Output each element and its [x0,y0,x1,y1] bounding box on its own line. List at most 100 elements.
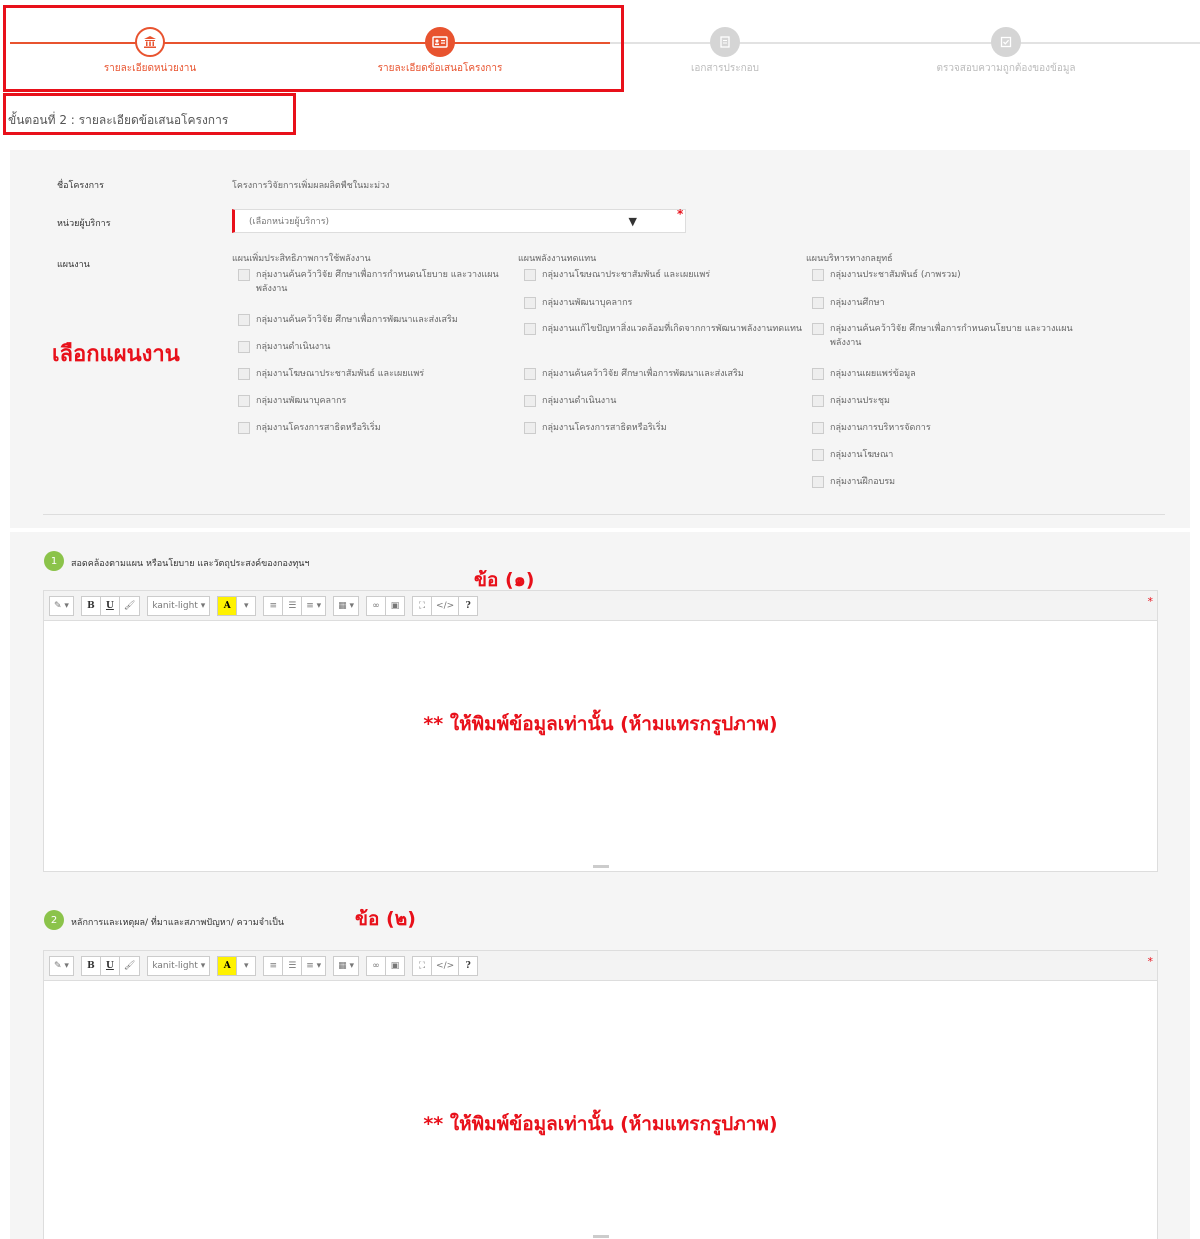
underline-button[interactable]: U [99,955,120,976]
unit-select[interactable]: (เลือกหน่วยผู้บริการ) ▼ [232,209,686,233]
plan-checkbox[interactable]: กลุ่มงานค้นคว้าวิจัย ศึกษาเพื่อการกำหนดน… [812,322,1092,350]
editor-toolbar: ✎ ▾ B U 🖌 kanit-light ▾ A ▾ ≡ ☰ ≡ ▾ ▦ ▾ … [44,951,1157,981]
text-color-button[interactable]: A [217,955,238,976]
eraser-icon[interactable]: 🖌 [118,595,141,616]
eraser-icon[interactable]: 🖌 [118,955,141,976]
editor-resize-handle[interactable] [592,865,609,868]
plan-checkbox[interactable]: กลุ่มงานพัฒนาบุคลากร [524,296,804,310]
editor-content[interactable]: ** ให้พิมพ์ข้อมูลเท่านั้น (ห้ามแทรกรูปภา… [44,621,1157,871]
table-icon[interactable]: ▦ ▾ [333,955,360,976]
unit-select-value: (เลือกหน่วยผู้บริการ) [249,217,330,227]
unordered-list-icon[interactable]: ≡ [263,955,284,976]
section-title: หลักการและเหตุผล/ ที่มาและสภาพปัญหา/ ควา… [71,918,284,928]
code-view-icon[interactable]: </> [431,595,460,616]
step-verify[interactable]: ตรวจสอบความถูกต้องของข้อมูล [856,27,1156,76]
picture-icon[interactable]: ▣ [385,595,406,616]
rich-text-editor[interactable]: ✎ ▾ B U 🖌 kanit-light ▾ A ▾ ≡ ☰ ≡ ▾ ▦ ▾ … [43,590,1158,872]
checkbox[interactable] [812,297,824,309]
unit-label: หน่วยผู้บริการ [57,219,111,229]
plan-checkbox[interactable]: กลุ่มงานศึกษา [812,296,1092,310]
paragraph-align-icon[interactable]: ≡ ▾ [301,955,327,976]
plan-checkbox[interactable]: กลุ่มงานประชุม [812,394,1092,408]
ordered-list-icon[interactable]: ☰ [282,955,303,976]
plan-checkbox[interactable]: กลุ่มงานค้นคว้าวิจัย ศึกษาเพื่อการกำหนดน… [238,268,518,296]
checkbox[interactable] [524,395,536,407]
checkbox[interactable] [812,368,824,380]
checkbox[interactable] [524,323,536,335]
fullscreen-icon[interactable]: ⛶ [412,955,433,976]
plan-column-heading: แผนพลังงานทดแทน [518,254,597,264]
plan-checkbox[interactable]: กลุ่มงานดำเนินงาน [238,340,518,354]
editor-content[interactable]: ** ให้พิมพ์ข้อมูลเท่านั้น (ห้ามแทรกรูปภา… [44,981,1157,1239]
checkbox[interactable] [812,449,824,461]
plan-checkbox-label: กลุ่มงานศึกษา [830,298,885,308]
table-icon[interactable]: ▦ ▾ [333,595,360,616]
plan-checkbox[interactable]: กลุ่มงานประชาสัมพันธ์ (ภาพรวม) [812,268,1092,282]
checkbox[interactable] [524,368,536,380]
fullscreen-icon[interactable]: ⛶ [412,595,433,616]
text-color-caret[interactable]: ▾ [236,595,257,616]
font-select[interactable]: kanit-light ▾ [147,595,211,616]
plan-checkbox-label: กลุ่มงานโฆษณาประชาสัมพันธ์ และเผยแพร่ [542,270,711,280]
plan-checkbox-label: กลุ่มงานค้นคว้าวิจัย ศึกษาเพื่อการกำหนดน… [256,270,499,294]
link-icon[interactable]: ∞ [366,955,387,976]
editor-resize-handle[interactable] [592,1235,609,1238]
plan-checkbox[interactable]: กลุ่มงานแก้ไขปัญหาสิ่งแวดล้อมที่เกิดจากก… [524,322,804,336]
plan-checkbox-label: กลุ่มงานประชาสัมพันธ์ (ภาพรวม) [830,270,961,280]
plan-checkbox[interactable]: กลุ่มงานโครงการสาธิตหรือริเริ่ม [238,421,518,435]
paragraph-align-icon[interactable]: ≡ ▾ [301,595,327,616]
checkbox[interactable] [238,314,250,326]
plan-checkbox[interactable]: กลุ่มงานโฆษณาประชาสัมพันธ์ และเผยแพร่ [238,367,518,381]
required-star: * [677,207,684,221]
annotation-select-plan: เลือกแผนงาน [52,342,180,367]
checkbox[interactable] [524,297,536,309]
checkbox[interactable] [812,395,824,407]
plan-checkbox[interactable]: กลุ่มงานโฆษณาประชาสัมพันธ์ และเผยแพร่ [524,268,804,282]
checkbox[interactable] [812,323,824,335]
checkbox[interactable] [238,269,250,281]
plan-checkbox[interactable]: กลุ่มงานดำเนินงาน [524,394,804,408]
plan-checkbox[interactable]: กลุ่มงานค้นคว้าวิจัย ศึกษาเพื่อการพัฒนาแ… [524,367,804,381]
font-select[interactable]: kanit-light ▾ [147,955,211,976]
unordered-list-icon[interactable]: ≡ [263,595,284,616]
checkbox[interactable] [238,395,250,407]
plan-checkbox[interactable]: กลุ่มงานโครงการสาธิตหรือริเริ่ม [524,421,804,435]
checkbox[interactable] [238,368,250,380]
text-color-caret[interactable]: ▾ [236,955,257,976]
magic-wand-icon[interactable]: ✎ ▾ [49,595,74,616]
plan-checkbox[interactable]: กลุ่มงานเผยแพร่ข้อมูล [812,367,1092,381]
step-label: ตรวจสอบความถูกต้องของข้อมูล [936,63,1076,74]
ordered-list-icon[interactable]: ☰ [282,595,303,616]
section-number-badge: 1 [44,551,64,571]
editor-instruction-note: ** ให้พิมพ์ข้อมูลเท่านั้น (ห้ามแทรกรูปภา… [423,1113,778,1135]
checkbox[interactable] [812,476,824,488]
plan-checkbox[interactable]: กลุ่มงานค้นคว้าวิจัย ศึกษาเพื่อการพัฒนาแ… [238,313,518,327]
plan-checkbox-label: กลุ่มงานดำเนินงาน [542,396,617,406]
plan-checkbox-label: กลุ่มงานค้นคว้าวิจัย ศึกษาเพื่อการพัฒนาแ… [256,315,458,325]
plan-checkbox[interactable]: กลุ่มงานฝึกอบรม [812,475,1092,489]
help-icon[interactable]: ? [458,595,479,616]
rich-text-editor[interactable]: ✎ ▾ B U 🖌 kanit-light ▾ A ▾ ≡ ☰ ≡ ▾ ▦ ▾ … [43,950,1158,1239]
plan-checkbox[interactable]: กลุ่มงานพัฒนาบุคลากร [238,394,518,408]
checkbox[interactable] [238,341,250,353]
underline-button[interactable]: U [99,595,120,616]
link-icon[interactable]: ∞ [366,595,387,616]
magic-wand-icon[interactable]: ✎ ▾ [49,955,74,976]
plan-checkbox-label: กลุ่มงานประชุม [830,396,890,406]
checkbox[interactable] [238,422,250,434]
help-icon[interactable]: ? [458,955,479,976]
plan-checkbox[interactable]: กลุ่มงานการบริหารจัดการ [812,421,1092,435]
checkbox[interactable] [524,422,536,434]
plan-column-heading: แผนบริหารทางกลยุทธ์ [806,254,893,264]
bold-button[interactable]: B [80,955,101,976]
plan-checkbox-label: กลุ่มงานแก้ไขปัญหาสิ่งแวดล้อมที่เกิดจากก… [542,324,803,334]
text-color-button[interactable]: A [217,595,238,616]
checkbox[interactable] [524,269,536,281]
checkbox[interactable] [812,422,824,434]
bold-button[interactable]: B [80,595,101,616]
checkbox[interactable] [812,269,824,281]
code-view-icon[interactable]: </> [431,955,460,976]
plan-checkbox[interactable]: กลุ่มงานโฆษณา [812,448,1092,462]
plan-checkbox-label: กลุ่มงานพัฒนาบุคลากร [256,396,347,406]
picture-icon[interactable]: ▣ [385,955,406,976]
